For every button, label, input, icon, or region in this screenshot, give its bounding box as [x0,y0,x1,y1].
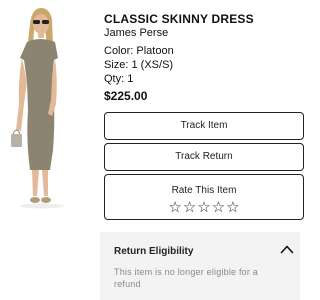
rate-item-box: Rate This Item ☆ ☆ ☆ ☆ ☆ [104,174,304,220]
order-item-detail: CLASSIC SKINNY DRESS James Perse Color: … [0,0,304,300]
product-color: Color: Platoon [104,45,174,57]
star-icon[interactable]: ☆ [212,199,225,215]
product-brand: James Perse [104,27,169,39]
star-rating: ☆ ☆ ☆ ☆ ☆ [105,199,303,215]
product-size: Size: 1 (XS/S) [104,59,174,71]
track-item-button[interactable]: Track Item [104,112,304,140]
product-qty: Qty: 1 [104,73,134,85]
star-icon[interactable]: ☆ [197,199,210,215]
return-eligibility-panel: Return Eligibility This item is no longe… [100,232,300,300]
product-name: CLASSIC SKINNY DRESS [104,12,254,26]
star-icon[interactable]: ☆ [183,199,196,215]
return-eligibility-title[interactable]: Return Eligibility [114,246,193,257]
return-eligibility-message: This item is no longer eligible for a re… [114,267,258,289]
rate-item-label: Rate This Item [171,185,237,196]
star-icon[interactable]: ☆ [168,199,181,215]
product-details: CLASSIC SKINNY DRESS James Perse Color: … [104,12,294,104]
product-price: $225.00 [104,89,148,103]
track-return-button[interactable]: Track Return [104,143,304,171]
product-image [11,8,64,209]
chevron-up-icon[interactable] [280,244,294,254]
star-icon[interactable]: ☆ [226,199,239,215]
